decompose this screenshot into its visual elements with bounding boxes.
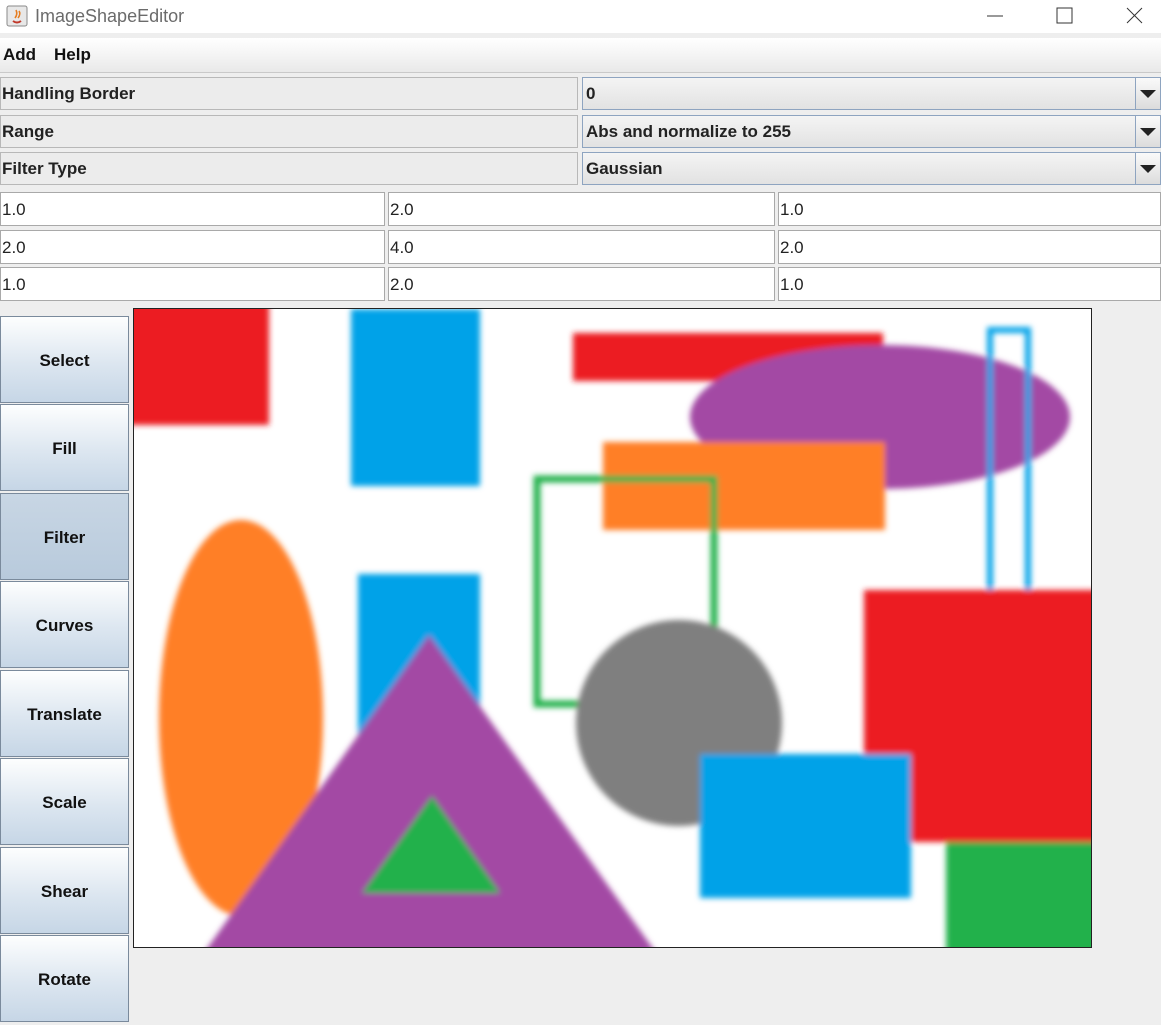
translate-button[interactable]: Translate <box>0 670 129 757</box>
property-row-filter-type: Filter Type Gaussian <box>0 151 1161 187</box>
kernel-cell[interactable]: 1.0 <box>778 192 1161 226</box>
blue-rect-top[interactable] <box>351 309 480 486</box>
kernel-cell[interactable]: 2.0 <box>388 267 775 301</box>
range-select[interactable]: Abs and normalize to 255 <box>582 115 1161 148</box>
handling-border-value: 0 <box>586 84 596 103</box>
kernel-cell[interactable]: 2.0 <box>0 230 385 264</box>
handling-border-select[interactable]: 0 <box>582 77 1161 110</box>
filter-type-select[interactable]: Gaussian <box>582 152 1161 185</box>
rotate-button[interactable]: Rotate <box>0 935 129 1022</box>
minimize-icon <box>987 15 1003 17</box>
property-row-range: Range Abs and normalize to 255 <box>0 114 1161 150</box>
kernel-cell[interactable]: 1.0 <box>0 192 385 226</box>
window-title: ImageShapeEditor <box>35 6 185 26</box>
scale-button[interactable]: Scale <box>0 758 129 845</box>
shear-button[interactable]: Shear <box>0 847 129 934</box>
menu-bar: Add Help <box>0 38 1161 73</box>
kernel-cell[interactable]: 4.0 <box>388 230 775 264</box>
fill-button[interactable]: Fill <box>0 404 129 491</box>
blue-rect-bottom[interactable] <box>700 754 911 898</box>
maximize-button[interactable] <box>1030 0 1100 33</box>
curves-button[interactable]: Curves <box>0 581 129 668</box>
green-rect-corner[interactable] <box>946 842 1091 947</box>
orange-rect[interactable] <box>603 442 885 530</box>
filter-type-label: Filter Type <box>0 152 578 185</box>
minimize-button[interactable] <box>960 0 1030 33</box>
handling-border-label: Handling Border <box>0 77 578 110</box>
close-icon <box>1126 7 1143 24</box>
property-row-handling-border: Handling Border 0 <box>0 76 1161 112</box>
maximize-icon <box>1056 7 1073 24</box>
kernel-cell[interactable]: 1.0 <box>778 267 1161 301</box>
range-label: Range <box>0 115 578 148</box>
select-button[interactable]: Select <box>0 316 129 403</box>
filter-type-value: Gaussian <box>586 159 663 178</box>
kernel-cell[interactable]: 2.0 <box>778 230 1161 264</box>
range-value: Abs and normalize to 255 <box>586 122 791 141</box>
kernel-cell[interactable]: 2.0 <box>388 192 775 226</box>
dropdown-arrow-icon[interactable] <box>1135 78 1160 109</box>
canvas-drawing <box>134 309 1091 947</box>
title-bar: ImageShapeEditor <box>0 0 1161 33</box>
image-canvas[interactable] <box>133 308 1092 948</box>
filter-button[interactable]: Filter <box>0 493 129 580</box>
close-button[interactable] <box>1098 0 1161 33</box>
menu-add[interactable]: Add <box>3 45 36 65</box>
kernel-cell[interactable]: 1.0 <box>0 267 385 301</box>
menu-help[interactable]: Help <box>54 45 91 65</box>
java-app-icon <box>6 5 28 27</box>
red-rect-top-left[interactable] <box>134 309 269 425</box>
dropdown-arrow-icon[interactable] <box>1135 116 1160 147</box>
dropdown-arrow-icon[interactable] <box>1135 153 1160 184</box>
